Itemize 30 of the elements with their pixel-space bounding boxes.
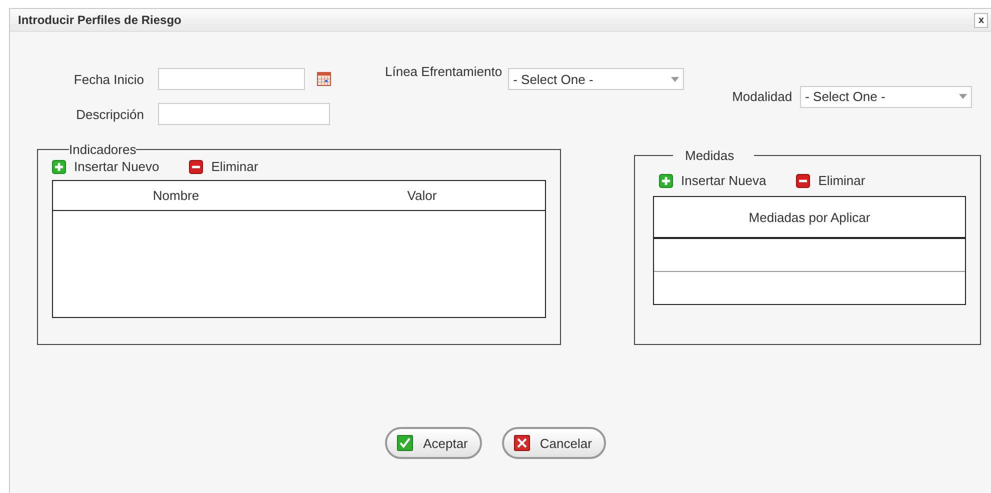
- insert-link[interactable]: Insertar Nueva: [659, 173, 766, 188]
- plus-icon: [659, 174, 673, 188]
- panel-legend: Indicadores: [69, 142, 136, 157]
- minus-icon: [189, 160, 204, 174]
- delete-link[interactable]: Eliminar: [189, 159, 258, 174]
- window-title: Introducir Perfiles de Riesgo: [18, 13, 182, 27]
- plus-icon: [52, 160, 66, 174]
- field-label: Descripción: [75, 106, 144, 122]
- column-header: Nombre: [152, 188, 200, 203]
- caret-icon: [671, 76, 680, 82]
- column-header: Valor: [406, 188, 438, 203]
- calendar-icon[interactable]: [317, 72, 331, 86]
- description-input-field[interactable]: [158, 103, 330, 125]
- field-label: Modalidad: [732, 89, 792, 104]
- accept-button[interactable]: Aceptar: [385, 427, 482, 459]
- date-input-field[interactable]: [158, 68, 305, 90]
- select-field[interactable]: - Select One -: [508, 68, 684, 90]
- check-icon: [397, 435, 414, 451]
- field-label: Fecha Inicio: [72, 72, 144, 86]
- select-field[interactable]: - Select One -: [800, 86, 972, 108]
- column-header: Mediadas por Aplicar: [748, 210, 872, 224]
- delete-link[interactable]: Eliminar: [796, 173, 866, 188]
- panel-legend: Medidas: [673, 148, 754, 163]
- cancel-button[interactable]: Cancelar: [502, 427, 606, 459]
- insert-link[interactable]: Insertar Nuevo: [52, 159, 160, 174]
- x-mark-icon: [514, 435, 530, 451]
- field-label: Línea Efrentamiento: [385, 64, 502, 79]
- close-button[interactable]: x: [974, 12, 988, 28]
- minus-icon: [796, 174, 810, 188]
- caret-icon: [959, 94, 968, 99]
